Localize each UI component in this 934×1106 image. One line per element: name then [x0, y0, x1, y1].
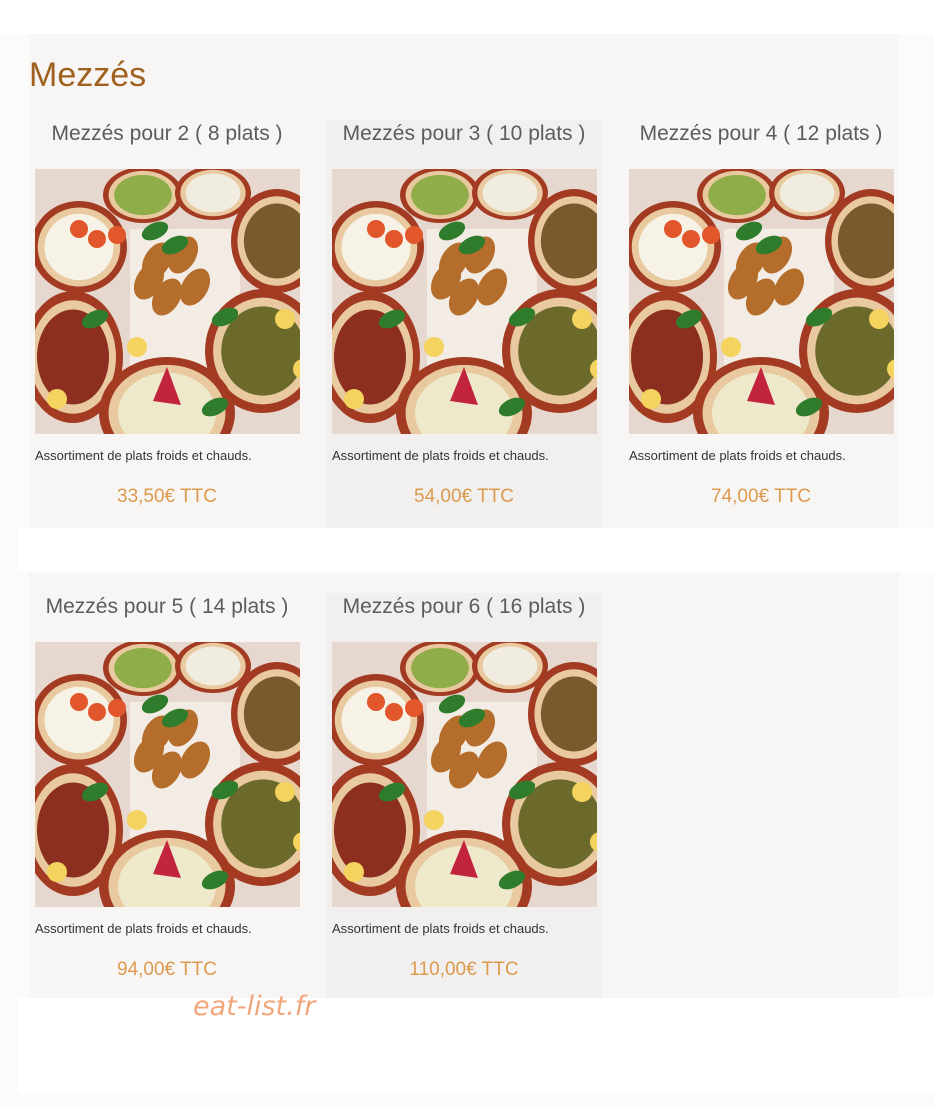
- menu-item-card[interactable]: Mezzés pour 6 ( 16 plats ) Assortiment d…: [326, 593, 602, 998]
- menu-item-title[interactable]: Mezzés pour 2 ( 8 plats ): [29, 120, 305, 148]
- watermark-logo: eat-list.fr: [193, 991, 316, 1022]
- top-strip: [0, 0, 934, 34]
- menu-item-card[interactable]: Mezzés pour 2 ( 8 plats ) Assortiment de…: [29, 120, 305, 528]
- menu-item-title[interactable]: Mezzés pour 3 ( 10 plats ): [326, 120, 602, 148]
- menu-item-description: Assortiment de plats froids et chauds.: [629, 448, 846, 463]
- bottom-area: [18, 998, 934, 1093]
- mezze-platter-image[interactable]: [35, 642, 300, 907]
- menu-item-title[interactable]: Mezzés pour 5 ( 14 plats ): [29, 593, 305, 621]
- menu-item-price: 110,00€ TTC: [409, 959, 519, 980]
- mezze-platter-image[interactable]: [629, 169, 894, 434]
- section-title: Mezzés: [29, 56, 147, 94]
- platter-illustration: [35, 169, 300, 434]
- mezze-platter-image[interactable]: [332, 169, 597, 434]
- platter-illustration: [332, 169, 597, 434]
- menu-item-title[interactable]: Mezzés pour 4 ( 12 plats ): [623, 120, 899, 148]
- menu-item-description: Assortiment de plats froids et chauds.: [332, 921, 549, 936]
- menu-item-price: 74,00€ TTC: [711, 486, 811, 507]
- menu-item-description: Assortiment de plats froids et chauds.: [35, 448, 252, 463]
- platter-illustration: [35, 642, 300, 907]
- menu-item-price: 54,00€ TTC: [414, 486, 514, 507]
- section-gap: [18, 528, 934, 572]
- menu-item-price: 33,50€ TTC: [117, 486, 217, 507]
- mezze-platter-image[interactable]: [332, 642, 597, 907]
- menu-item-description: Assortiment de plats froids et chauds.: [35, 921, 252, 936]
- menu-item-title[interactable]: Mezzés pour 6 ( 16 plats ): [326, 593, 602, 621]
- platter-illustration: [629, 169, 894, 434]
- menu-item-description: Assortiment de plats froids et chauds.: [332, 448, 549, 463]
- menu-item-card[interactable]: Mezzés pour 5 ( 14 plats ) Assortiment d…: [29, 593, 305, 998]
- menu-item-price: 94,00€ TTC: [117, 959, 217, 980]
- mezze-platter-image[interactable]: [35, 169, 300, 434]
- menu-item-card[interactable]: Mezzés pour 3 ( 10 plats ) Assortiment d…: [326, 120, 602, 528]
- platter-illustration: [332, 642, 597, 907]
- menu-item-card[interactable]: Mezzés pour 4 ( 12 plats ) Assortiment d…: [623, 120, 899, 528]
